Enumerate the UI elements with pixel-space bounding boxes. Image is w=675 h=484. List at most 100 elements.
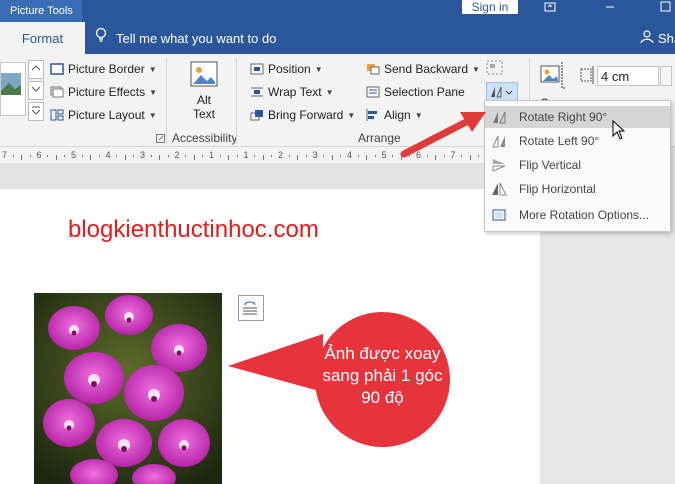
height-input[interactable]: 4 cm (597, 66, 659, 86)
position-icon (250, 63, 264, 75)
group-objects-icon[interactable] (486, 60, 504, 79)
ruler-tick-label: 3 (140, 150, 146, 160)
selection-pane-icon (366, 86, 380, 98)
rotate-left-icon (491, 134, 507, 148)
picture-layout-button[interactable]: Picture Layout ▼ (50, 106, 157, 124)
picture-border-icon (50, 63, 64, 75)
height-spinner[interactable] (660, 66, 672, 86)
ruler-tick-mark (90, 155, 92, 160)
wrap-text-icon (250, 86, 264, 98)
layout-options-icon[interactable] (238, 295, 264, 321)
ruler-tick-label: 2 (174, 150, 180, 160)
minimize-icon[interactable] (600, 0, 620, 18)
ruler-tick-mark (202, 155, 204, 157)
ruler-tick-mark (323, 155, 325, 157)
accessibility-group-label: Accessibility (172, 131, 238, 145)
flip-vertical-icon (491, 158, 507, 172)
more-rotation-label: More Rotation Options... (519, 208, 650, 222)
watermark-text: blogkienthuctinhoc.com (68, 216, 319, 243)
rotate-objects-button[interactable] (486, 82, 518, 102)
ruler-tick-mark (12, 155, 14, 157)
title-bar (0, 0, 675, 22)
gallery-up-icon[interactable] (28, 60, 44, 79)
gallery-down-icon[interactable] (28, 81, 44, 100)
picture-effects-icon (50, 86, 64, 98)
group-separator (236, 58, 237, 144)
wrap-text-label: Wrap Text (268, 85, 322, 99)
ruler-tick-mark (55, 155, 57, 160)
send-backward-button[interactable]: Send Backward ▼ (366, 60, 480, 78)
crop-icon[interactable] (538, 62, 568, 95)
wrap-text-button[interactable]: Wrap Text ▼ (250, 83, 355, 101)
ruler-tick-mark (357, 155, 359, 157)
mouse-cursor-icon (612, 119, 626, 143)
ribbon-display-options-icon[interactable] (540, 0, 560, 18)
ruler-tick-label: 3 (312, 150, 318, 160)
orchid-picture[interactable] (34, 293, 222, 484)
picture-border-label: Picture Border (68, 62, 145, 76)
picture-effects-button[interactable]: Picture Effects ▼ (50, 83, 157, 101)
rotate-dropdown-menu: Rotate Right 90° Rotate Left 90° Flip Ve… (484, 100, 671, 232)
position-button[interactable]: Position ▼ (250, 60, 355, 78)
position-label: Position (268, 62, 311, 76)
ruler-tick-label: 5 (71, 150, 77, 160)
bring-forward-icon (250, 109, 264, 121)
tell-me-search[interactable]: Tell me what you want to do (94, 22, 276, 54)
menu-item-flip-vertical[interactable]: Flip Vertical (485, 154, 670, 176)
pointing-arrow (398, 106, 490, 165)
ruler-tick-label: 7 (2, 150, 8, 160)
ruler-tick-label: 5 (381, 150, 387, 160)
alt-text-label-2: Text (192, 107, 215, 121)
selection-pane-button[interactable]: Selection Pane (366, 83, 480, 101)
align-icon (366, 109, 380, 121)
ruler-tick-mark (116, 155, 118, 157)
ruler-tick-mark (124, 155, 126, 160)
ruler-tick-mark (271, 155, 273, 157)
menu-item-more-rotation[interactable]: More Rotation Options... (485, 204, 670, 226)
menu-item-flip-horizontal[interactable]: Flip Horizontal (485, 178, 670, 200)
ruler-tick-label: 1 (243, 150, 249, 160)
ruler-tick-mark (331, 155, 333, 160)
flip-vertical-label: Flip Vertical (519, 158, 582, 172)
share-button[interactable]: Sha (640, 22, 675, 54)
bring-forward-button[interactable]: Bring Forward ▼ (250, 106, 355, 124)
share-label: Sha (658, 30, 675, 46)
ruler-tick-mark (340, 155, 342, 157)
ruler-tick-mark (392, 155, 394, 157)
callout-pointer (228, 330, 328, 403)
menu-item-rotate-left[interactable]: Rotate Left 90° (485, 130, 670, 152)
ruler-tick-mark (29, 155, 31, 157)
gallery-more-icon[interactable] (28, 102, 44, 121)
arrange-commands-1: Position ▼ Wrap Text ▼ Bring Forward ▼ (250, 60, 355, 124)
ruler-tick-mark (228, 155, 230, 160)
ruler-tick-mark (133, 155, 135, 157)
ruler-tick-mark (47, 155, 49, 157)
tab-format[interactable]: Format (0, 22, 85, 55)
dialog-launcher-icon[interactable] (156, 132, 165, 146)
picture-layout-label: Picture Layout (68, 108, 145, 122)
shape-height-icon (580, 66, 594, 87)
ruler-tick-label: 4 (105, 150, 111, 160)
menu-item-rotate-right[interactable]: Rotate Right 90° (485, 106, 670, 128)
ruler-tick-mark (185, 155, 187, 157)
alt-text-button[interactable]: Alt Text (186, 60, 222, 126)
ruler-tick-mark (374, 155, 376, 157)
alt-text-label-1: Alt (196, 93, 211, 107)
ruler-tick-label: 6 (36, 150, 42, 160)
picture-style-gallery[interactable] (0, 62, 26, 116)
sign-in-button[interactable]: Sign in (462, 0, 518, 14)
ruler-tick-mark (262, 155, 264, 160)
gallery-scroll (28, 60, 44, 121)
ruler-tick-mark (366, 155, 368, 160)
tell-me-label: Tell me what you want to do (116, 30, 277, 46)
ruler-tick-label: 1 (209, 150, 215, 160)
ruler-tick-mark (288, 155, 290, 157)
restore-icon[interactable] (655, 0, 675, 18)
ruler-tick-mark (64, 155, 66, 157)
ruler-tick-mark (297, 155, 299, 160)
rotate-right-label: Rotate Right 90° (519, 110, 608, 124)
arrange-group-label: Arrange (358, 131, 401, 145)
ruler-tick-mark (305, 155, 307, 157)
group-separator (166, 58, 167, 144)
picture-border-button[interactable]: Picture Border ▼ (50, 60, 157, 78)
